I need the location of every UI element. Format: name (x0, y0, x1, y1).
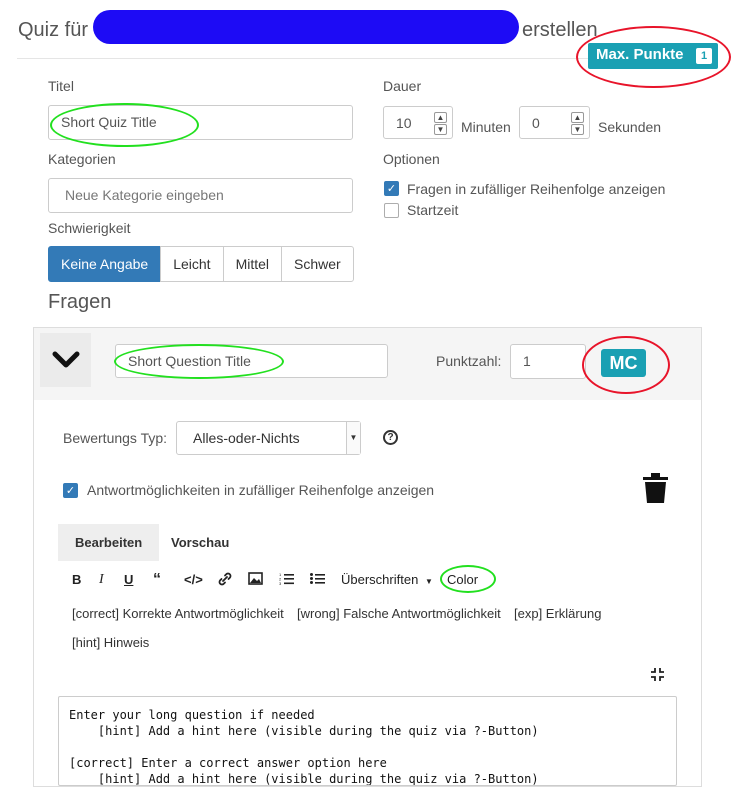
seconds-spinner[interactable]: ▲ ▼ (571, 112, 584, 136)
headings-label: Überschriften (341, 572, 419, 587)
title-label: Titel (48, 78, 74, 94)
difficulty-hard-button[interactable]: Schwer (281, 246, 354, 282)
spin-down-icon[interactable]: ▼ (571, 124, 584, 135)
difficulty-none-button[interactable]: Keine Angabe (48, 246, 162, 282)
scoring-type-value: Alles-oder-Nichts (193, 430, 300, 446)
snippet-wrong[interactable]: [wrong] Falsche Antwortmöglichkeit (297, 606, 501, 621)
annotation-green-ring (114, 344, 284, 379)
ordered-list-icon[interactable]: 123 (279, 572, 294, 588)
difficulty-button-group: Keine Angabe Leicht Mittel Schwer (48, 246, 354, 282)
italic-icon[interactable]: I (99, 572, 104, 588)
trash-icon[interactable] (643, 473, 668, 508)
difficulty-easy-button[interactable]: Leicht (160, 246, 224, 282)
minutes-label: Minuten (461, 119, 511, 135)
link-icon-svg (218, 572, 232, 586)
random-order-checkbox[interactable]: ✓ (384, 181, 399, 196)
seconds-value: 0 (532, 115, 540, 131)
shuffle-answers-label: Antwortmöglichkeiten in zufälliger Reihe… (87, 482, 435, 498)
snippet-hint[interactable]: [hint] Hinweis (72, 635, 149, 650)
seconds-label: Sekunden (598, 119, 662, 135)
code-icon[interactable]: </> (184, 572, 203, 588)
page-title: Quiz für erstellen (18, 18, 598, 42)
minutes-spinner[interactable]: ▲ ▼ (434, 112, 447, 136)
unordered-list-icon[interactable] (310, 572, 325, 588)
spin-up-icon[interactable]: ▲ (571, 112, 584, 123)
compress-icon (651, 668, 664, 681)
unordered-list-icon-svg (310, 573, 325, 584)
random-order-label: Fragen in zufälliger Reihenfolge anzeige… (407, 181, 666, 197)
questions-section-title: Fragen (48, 291, 112, 313)
image-icon-svg (248, 572, 263, 585)
difficulty-medium-button[interactable]: Mittel (222, 246, 283, 282)
chevron-down-icon (52, 351, 80, 368)
annotation-red-ring (582, 336, 670, 394)
minutes-input[interactable]: 10 ▲ ▼ (383, 106, 453, 139)
ordered-list-icon-svg: 123 (279, 572, 294, 586)
help-icon[interactable]: ? (383, 430, 398, 445)
category-input[interactable]: Neue Kategorie eingeben (48, 178, 353, 213)
caret-down-icon: ▼ (346, 422, 360, 454)
headings-dropdown[interactable]: Überschriften ▼ (341, 572, 433, 588)
difficulty-label: Schwierigkeit (48, 220, 131, 236)
tab-edit[interactable]: Bearbeiten (58, 524, 160, 561)
page-title-prefix: Quiz für (18, 19, 89, 41)
points-input[interactable]: 1 (510, 344, 586, 379)
spin-up-icon[interactable]: ▲ (434, 112, 447, 123)
shuffle-answers-checkbox[interactable]: ✓ (63, 483, 78, 498)
link-icon[interactable] (218, 572, 232, 588)
start-time-label: Startzeit (407, 202, 459, 218)
trash-icon-svg (643, 473, 668, 503)
annotation-green-ring (440, 565, 496, 593)
start-time-checkbox[interactable] (384, 203, 399, 218)
duration-label: Dauer (383, 78, 422, 94)
bold-icon[interactable]: B (72, 572, 81, 588)
page-title-suffix: erstellen (522, 19, 598, 41)
quote-icon[interactable]: “ (153, 572, 161, 588)
image-icon[interactable] (248, 572, 263, 588)
svg-text:3: 3 (279, 581, 282, 585)
tab-preview[interactable]: Vorschau (154, 524, 246, 561)
scoring-type-select[interactable]: Alles-oder-Nichts ▼ (176, 421, 361, 455)
options-label: Optionen (383, 151, 440, 167)
underline-icon[interactable]: U (124, 572, 133, 588)
collapse-editor-icon[interactable] (651, 668, 664, 686)
seconds-input[interactable]: 0 ▲ ▼ (519, 106, 590, 139)
category-label: Kategorien (48, 151, 116, 167)
question-content-textarea[interactable]: Enter your long question if needed [hint… (58, 696, 677, 786)
redaction-mark (93, 10, 519, 44)
annotation-red-ring (576, 26, 731, 88)
annotation-green-ring (50, 103, 199, 147)
spin-down-icon[interactable]: ▼ (434, 124, 447, 135)
collapse-toggle[interactable] (40, 333, 91, 387)
caret-down-icon: ▼ (424, 577, 433, 586)
points-label: Punktzahl: (436, 353, 502, 369)
minutes-value: 10 (396, 115, 412, 131)
snippet-explanation[interactable]: [exp] Erklärung (514, 606, 601, 621)
snippet-correct[interactable]: [correct] Korrekte Antwortmöglichkeit (72, 606, 284, 621)
scoring-type-label: Bewertungs Typ: (63, 430, 168, 446)
